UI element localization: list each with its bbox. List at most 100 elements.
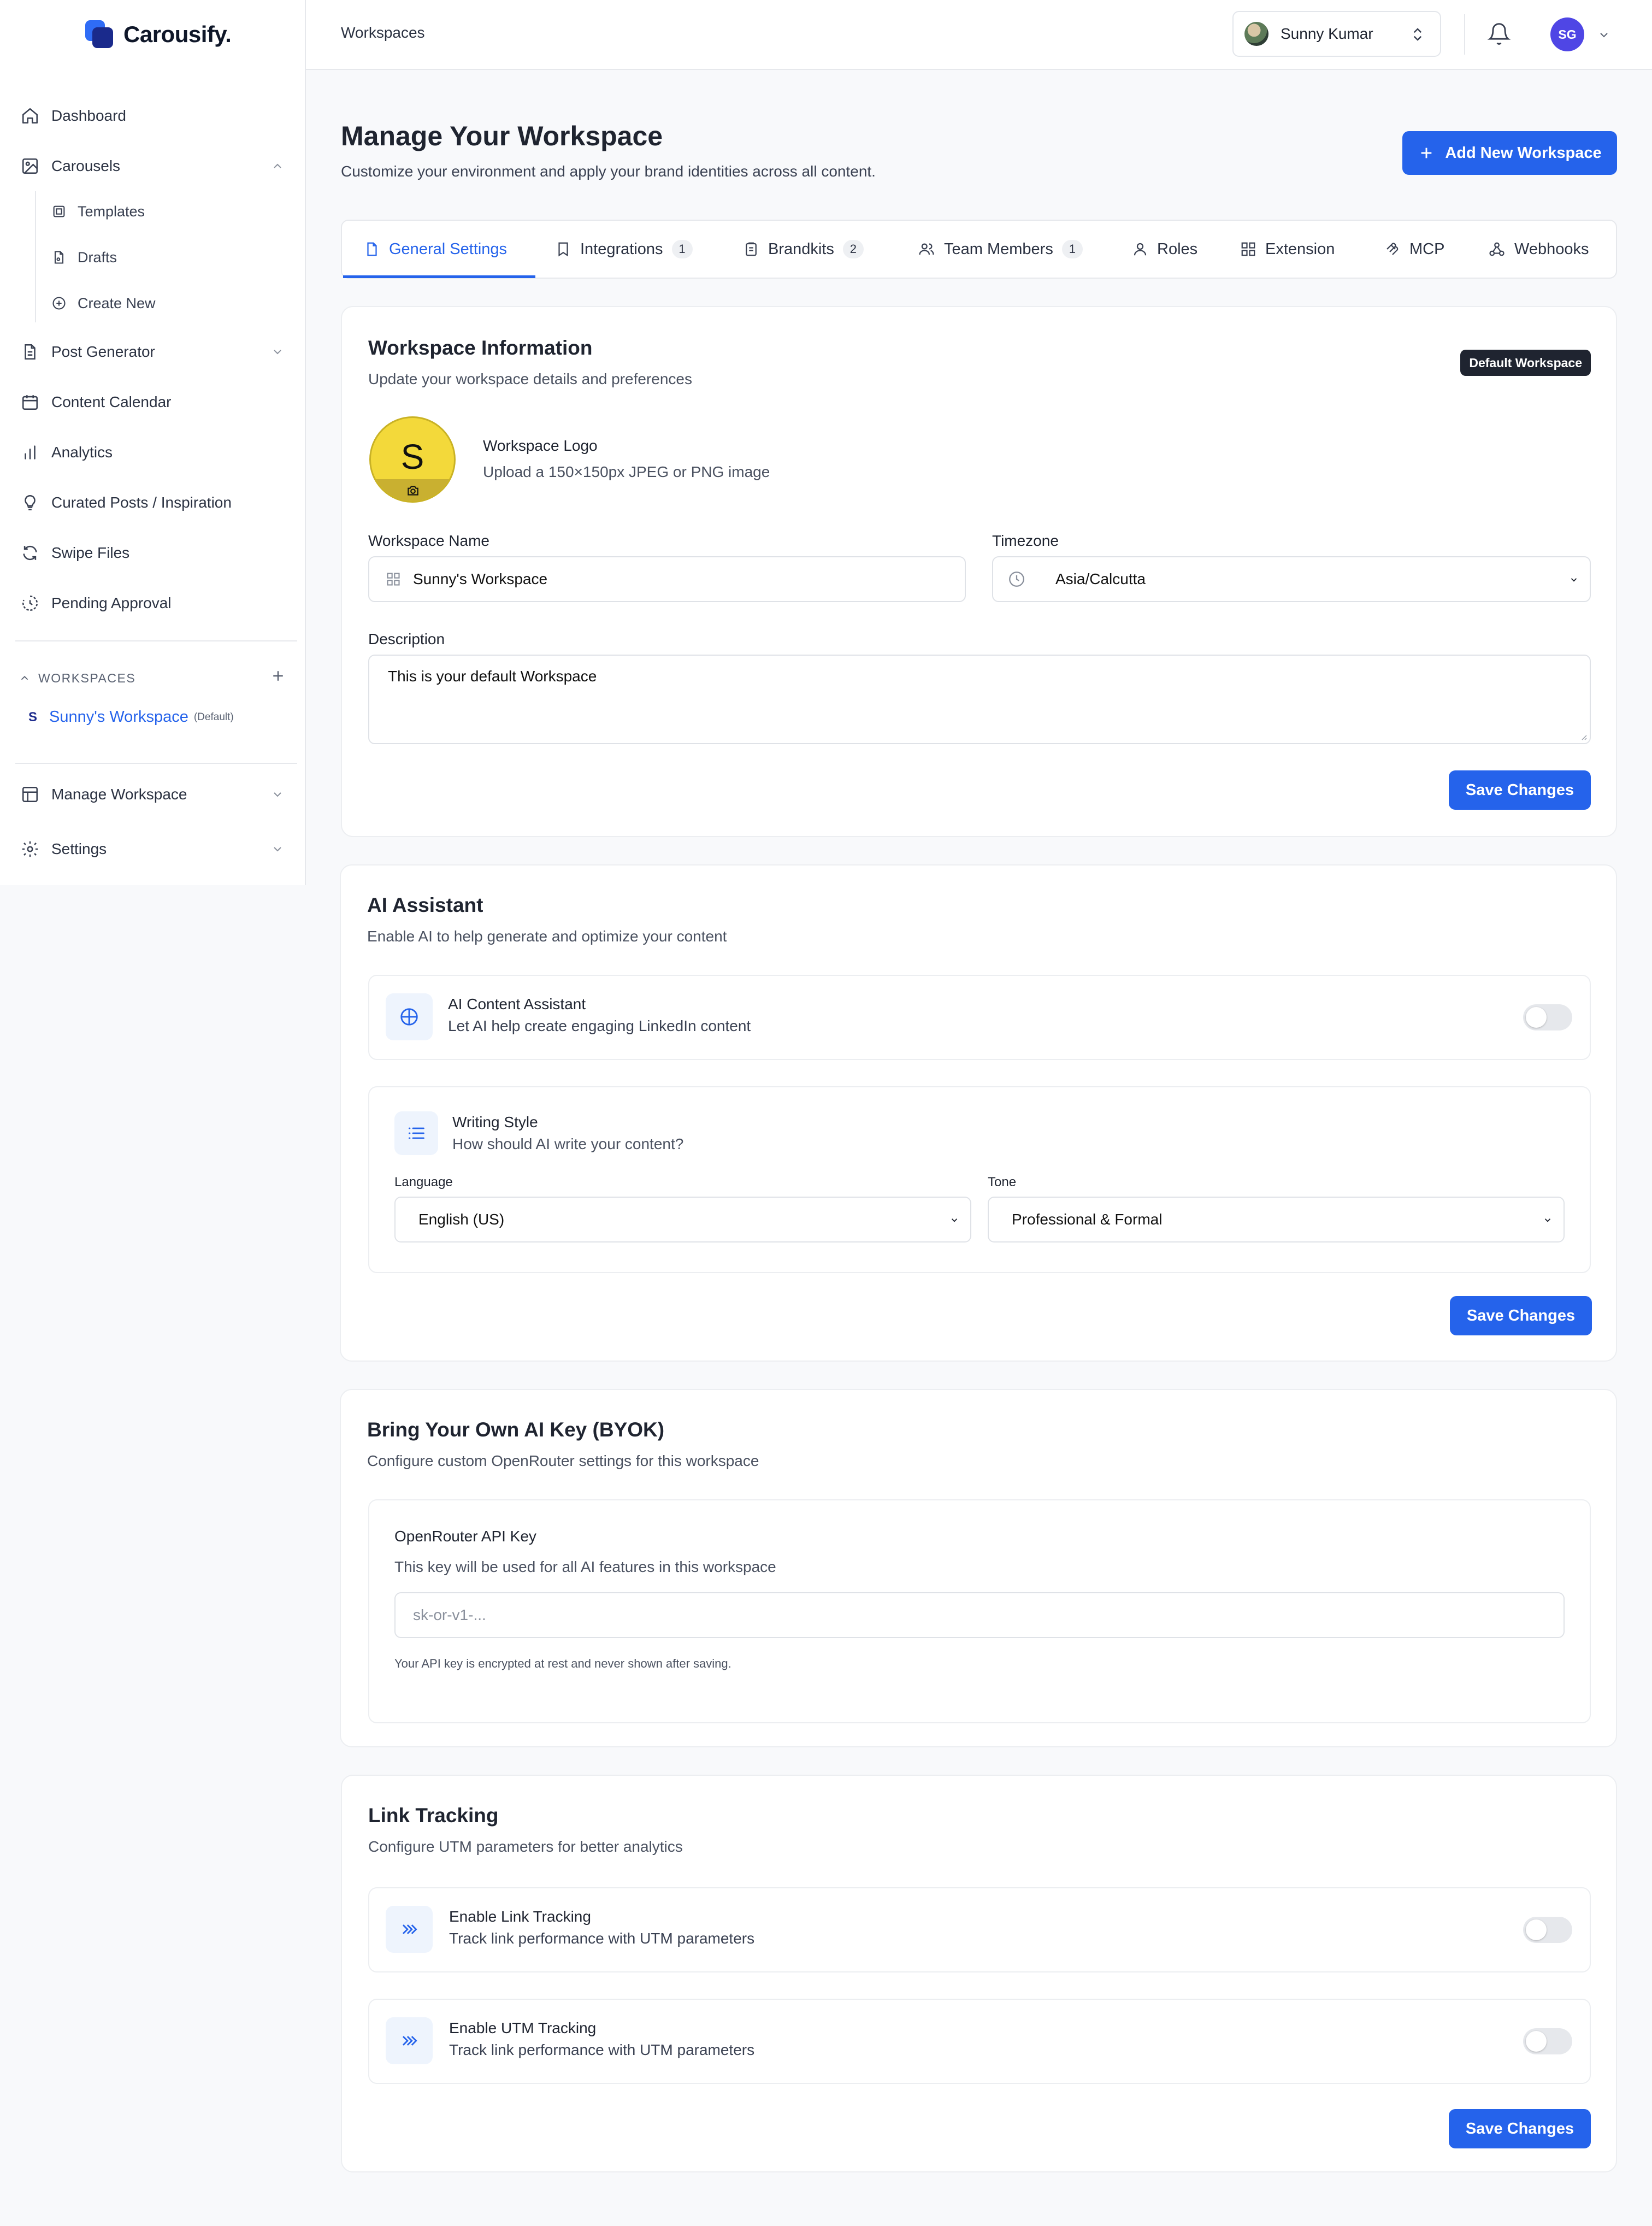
chevron-down-icon[interactable] bbox=[271, 345, 284, 358]
sidebar-item-content-calendar[interactable]: Content Calendar bbox=[21, 386, 284, 419]
tab-label: Brandkits bbox=[768, 240, 834, 258]
sidebar-item-label: Analytics bbox=[51, 444, 113, 461]
row-subtitle: Let AI help create engaging LinkedIn con… bbox=[448, 1017, 751, 1034]
timezone-label: Timezone bbox=[992, 532, 1059, 549]
grid-icon bbox=[386, 572, 401, 587]
sidebar-item-carousels[interactable]: Carousels bbox=[21, 150, 284, 182]
tab-label: Extension bbox=[1265, 240, 1335, 258]
chevron-down-icon[interactable] bbox=[271, 843, 284, 856]
draft-icon bbox=[51, 250, 67, 265]
clipboard-icon bbox=[743, 241, 759, 257]
sidebar-item-analytics[interactable]: Analytics bbox=[21, 436, 284, 469]
description-value: This is your default Workspace bbox=[388, 668, 597, 685]
card-subtitle: Configure UTM parameters for better anal… bbox=[368, 1838, 683, 1855]
save-changes-button[interactable]: Save Changes bbox=[1449, 770, 1591, 810]
sidebar-item-swipe-files[interactable]: Swipe Files bbox=[21, 537, 284, 569]
home-icon bbox=[21, 107, 39, 125]
breadcrumb[interactable]: Workspaces bbox=[341, 24, 425, 42]
sidebar-item-label: Manage Workspace bbox=[51, 786, 187, 803]
resize-handle-icon[interactable] bbox=[1579, 732, 1588, 741]
default-workspace-badge: Default Workspace bbox=[1460, 350, 1591, 376]
image-icon bbox=[21, 157, 39, 175]
chevrons-right-icon bbox=[386, 1906, 433, 1953]
calendar-icon bbox=[21, 393, 39, 411]
tab-label: Webhooks bbox=[1514, 240, 1589, 258]
sidebar-item-manage-workspace[interactable]: Manage Workspace bbox=[21, 778, 284, 811]
ai-content-assistant-row: AI Content Assistant Let AI help create … bbox=[368, 975, 1591, 1060]
lightbulb-icon bbox=[21, 493, 39, 512]
chevron-up-icon[interactable] bbox=[271, 160, 284, 173]
bell-icon[interactable] bbox=[1487, 22, 1511, 46]
tab-mcp[interactable]: MCP bbox=[1384, 221, 1444, 278]
page-subtitle: Customize your environment and apply you… bbox=[341, 163, 876, 180]
card-title: AI Assistant bbox=[367, 894, 483, 916]
save-changes-button[interactable]: Save Changes bbox=[1449, 2109, 1591, 2148]
logo-title: Workspace Logo bbox=[483, 437, 598, 454]
writing-style-panel: Writing Style How should AI write your c… bbox=[368, 1086, 1591, 1273]
user-avatar bbox=[1244, 22, 1268, 46]
save-changes-button[interactable]: Save Changes bbox=[1450, 1296, 1592, 1335]
key-label: OpenRouter API Key bbox=[394, 1528, 536, 1545]
workspaces-header: WORKSPACES bbox=[19, 669, 286, 687]
sidebar-divider bbox=[15, 763, 297, 764]
workspace-info-card: Workspace Information Update your worksp… bbox=[341, 306, 1617, 837]
language-select[interactable]: English (US) bbox=[394, 1197, 971, 1242]
workspace-initial: S bbox=[28, 709, 38, 725]
logo-letter: S bbox=[400, 437, 424, 476]
tab-team-members[interactable]: Team Members 1 bbox=[918, 221, 1083, 278]
chevron-down-icon[interactable] bbox=[1597, 28, 1610, 42]
tab-webhooks[interactable]: Webhooks bbox=[1488, 221, 1589, 278]
tab-brandkits[interactable]: Brandkits 2 bbox=[743, 221, 864, 278]
user-selector[interactable]: Sunny Kumar bbox=[1232, 11, 1441, 57]
link-tracking-toggle[interactable] bbox=[1523, 1917, 1572, 1943]
sidebar-subitem-create-new[interactable]: Create New bbox=[51, 288, 156, 318]
tab-general-settings[interactable]: General Settings bbox=[364, 221, 507, 278]
api-key-input[interactable]: sk-or-v1-... bbox=[394, 1592, 1565, 1638]
add-workspace-label: Add New Workspace bbox=[1445, 144, 1602, 162]
tab-integrations[interactable]: Integrations 1 bbox=[555, 221, 693, 278]
card-subtitle: Enable AI to help generate and optimize … bbox=[367, 928, 727, 945]
ai-content-assistant-toggle[interactable] bbox=[1523, 1004, 1572, 1030]
subitem-label: Drafts bbox=[78, 249, 117, 266]
chevron-up-icon[interactable] bbox=[19, 672, 31, 684]
row-subtitle: Track link performance with UTM paramete… bbox=[449, 2041, 755, 2058]
sidebar-item-dashboard[interactable]: Dashboard bbox=[21, 99, 284, 132]
plus-circle-icon bbox=[51, 296, 67, 311]
sidebar-item-settings[interactable]: Settings bbox=[21, 833, 284, 865]
tab-roles[interactable]: Roles bbox=[1132, 221, 1197, 278]
sidebar-item-curated-posts[interactable]: Curated Posts / Inspiration bbox=[21, 486, 284, 519]
sidebar-item-label: Dashboard bbox=[51, 107, 126, 124]
sidebar-subitem-drafts[interactable]: Drafts bbox=[51, 243, 117, 272]
active-tab-indicator bbox=[343, 275, 535, 278]
add-workspace-button[interactable]: Add New Workspace bbox=[1402, 131, 1617, 175]
sidebar: Carousify. Dashboard Carousels Templates… bbox=[0, 0, 306, 885]
add-workspace-icon[interactable] bbox=[270, 668, 286, 684]
timezone-select[interactable]: Asia/Calcutta bbox=[992, 556, 1591, 602]
chevron-down-icon[interactable] bbox=[271, 788, 284, 801]
chevrons-up-down-icon bbox=[1409, 25, 1426, 44]
utm-tracking-toggle[interactable] bbox=[1523, 2028, 1572, 2054]
language-value: English (US) bbox=[418, 1211, 505, 1228]
sidebar-item-pending-approval[interactable]: Pending Approval bbox=[21, 587, 284, 620]
sidebar-subitem-templates[interactable]: Templates bbox=[51, 197, 145, 226]
row-subtitle: How should AI write your content? bbox=[452, 1135, 684, 1152]
sidebar-item-label: Pending Approval bbox=[51, 594, 172, 611]
tone-select[interactable]: Professional & Formal bbox=[988, 1197, 1565, 1242]
link-tracking-row: Enable Link Tracking Track link performa… bbox=[368, 1887, 1591, 1972]
clock-icon bbox=[1007, 570, 1026, 588]
workspaces-header-label: WORKSPACES bbox=[38, 670, 136, 685]
app-logo[interactable]: Carousify. bbox=[85, 20, 232, 49]
sidebar-item-post-generator[interactable]: Post Generator bbox=[21, 335, 284, 368]
row-title: Enable Link Tracking bbox=[449, 1908, 591, 1925]
description-label: Description bbox=[368, 631, 445, 647]
gear-icon bbox=[21, 840, 39, 858]
workspace-list-item[interactable]: S Sunny's Workspace (Default) bbox=[28, 708, 234, 726]
chevron-down-icon bbox=[1543, 1215, 1553, 1225]
workspace-default-tag: (Default) bbox=[193, 711, 234, 723]
tab-extension[interactable]: Extension bbox=[1240, 221, 1335, 278]
workspace-name-field[interactable]: Sunny's Workspace bbox=[368, 556, 966, 602]
workspace-logo-upload[interactable]: S bbox=[369, 416, 456, 503]
description-textarea[interactable]: This is your default Workspace bbox=[368, 655, 1591, 744]
avatar[interactable]: SG bbox=[1550, 17, 1584, 51]
card-subtitle: Configure custom OpenRouter settings for… bbox=[367, 1452, 759, 1469]
